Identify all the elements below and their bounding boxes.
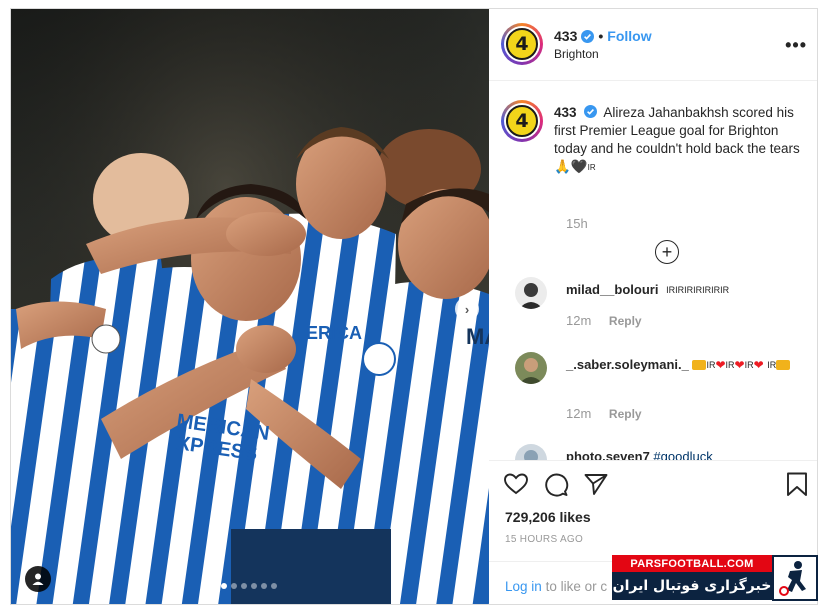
comment-timestamp[interactable]: 12m <box>566 406 591 421</box>
follow-button[interactable]: Follow <box>607 28 651 44</box>
user-icon <box>32 573 44 585</box>
commenter-avatar[interactable] <box>515 352 547 384</box>
heart-emoji-icon: ❤ <box>734 358 745 372</box>
paper-plane-icon[interactable] <box>583 471 609 497</box>
comment-text: IR❤IR❤IR❤ IR <box>692 357 791 372</box>
comment-username[interactable]: photo.seven7 <box>566 449 650 460</box>
account-avatar[interactable]: 4 <box>501 23 543 65</box>
login-link[interactable]: Log in <box>505 579 542 594</box>
heart-icon[interactable] <box>503 471 529 497</box>
crown-emoji-icon <box>776 360 791 370</box>
commenter-avatar[interactable] <box>515 277 547 309</box>
comment-username[interactable]: milad__bolouri <box>566 282 658 297</box>
instagram-post-frame: MERICAN XPRESS ERICA MA › 4 433 <box>10 8 818 605</box>
svg-text:ERICA: ERICA <box>306 323 362 343</box>
carousel-dot <box>261 583 267 589</box>
comment-timestamp[interactable]: 12m <box>566 313 591 328</box>
carousel-dot <box>231 583 237 589</box>
bookmark-icon[interactable] <box>784 471 810 497</box>
heart-emoji-icon: ❤ <box>753 358 764 372</box>
tagged-users-button[interactable] <box>25 566 51 592</box>
comment-hashtag[interactable]: #goodluck <box>653 449 712 460</box>
caption-suffix: IR <box>587 163 596 172</box>
svg-text:MA: MA <box>466 324 489 349</box>
watermark-site: PARSFOOTBALL.COM <box>612 555 772 572</box>
load-more-comments-button[interactable]: + <box>655 240 679 264</box>
commenter-avatar[interactable] <box>515 444 547 460</box>
verified-badge-icon <box>581 29 595 43</box>
carousel-dot <box>271 583 277 589</box>
players-celebrating-illustration: MERICAN XPRESS ERICA MA <box>11 9 489 604</box>
post-sidebar: 4 433 • Follow Brighton ••• 4 433 Alirez… <box>489 9 817 604</box>
reply-button[interactable]: Reply <box>609 314 642 328</box>
carousel-dot <box>221 583 227 589</box>
account-username[interactable]: 433 <box>554 28 577 44</box>
post-location[interactable]: Brighton <box>554 47 599 61</box>
separator-dot: • <box>598 28 604 44</box>
carousel-dot <box>251 583 257 589</box>
comment-username[interactable]: _.saber.soleymani._ <box>566 357 689 372</box>
post-header: 4 433 • Follow Brighton ••• <box>489 9 817 81</box>
verified-badge-icon <box>584 105 598 118</box>
caption-avatar[interactable]: 4 <box>501 100 543 142</box>
more-options-icon[interactable]: ••• <box>785 35 807 56</box>
parsfootball-watermark: PARSFOOTBALL.COM خبرگزاری فوتبال ایران <box>612 555 818 605</box>
reply-button[interactable]: Reply <box>609 407 642 421</box>
caption-timestamp[interactable]: 15h <box>566 216 588 231</box>
carousel-indicator <box>221 583 277 589</box>
likes-count[interactable]: 729,206 likes <box>505 509 591 525</box>
comment-text: IRIRIRIRIRIRIR <box>666 285 730 295</box>
carousel-next-icon[interactable]: › <box>455 297 479 321</box>
login-prompt-text: to like or c <box>545 579 608 594</box>
comment-icon[interactable] <box>543 471 569 497</box>
comments-list[interactable]: 4 433 Alireza Jahanbakhsh scored his fir… <box>489 82 817 460</box>
post-photo[interactable]: MERICAN XPRESS ERICA MA › <box>11 9 489 604</box>
carousel-dot <box>241 583 247 589</box>
heart-emoji-icon: ❤ <box>715 358 726 372</box>
parsfootball-logo-icon <box>772 555 818 601</box>
post-time-ago[interactable]: 15 HOURS AGO <box>505 534 583 545</box>
watermark-tagline: خبرگزاری فوتبال ایران <box>612 572 772 600</box>
caption-username[interactable]: 433 <box>554 105 577 120</box>
crown-emoji-icon <box>692 360 707 370</box>
